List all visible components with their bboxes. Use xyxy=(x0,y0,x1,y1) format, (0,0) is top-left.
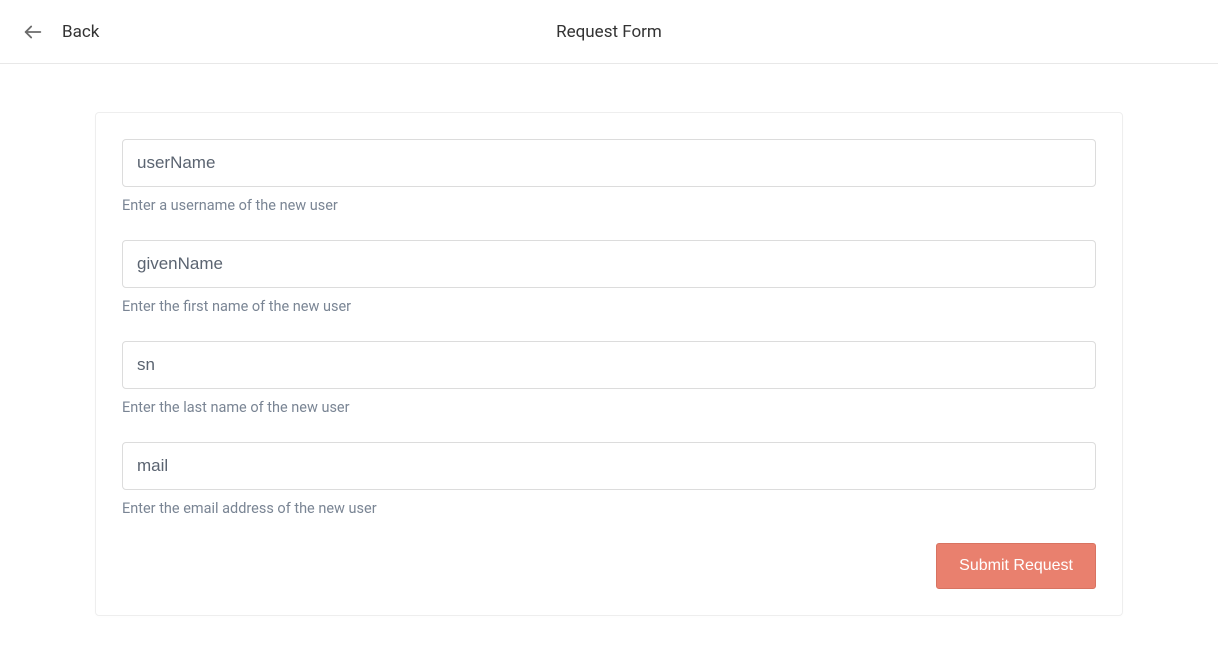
mail-hint: Enter the email address of the new user xyxy=(122,500,1096,517)
givenname-field[interactable] xyxy=(122,240,1096,288)
sn-field[interactable] xyxy=(122,341,1096,389)
top-bar: Back Request Form xyxy=(0,0,1218,64)
request-form-card: Enter a username of the new user Enter t… xyxy=(95,112,1123,616)
username-hint: Enter a username of the new user xyxy=(122,197,1096,214)
back-arrow-icon xyxy=(22,21,44,43)
back-label: Back xyxy=(62,22,99,42)
mail-field[interactable] xyxy=(122,442,1096,490)
username-field[interactable] xyxy=(122,139,1096,187)
submit-request-button[interactable]: Submit Request xyxy=(936,543,1096,589)
givenname-hint: Enter the first name of the new user xyxy=(122,298,1096,315)
sn-hint: Enter the last name of the new user xyxy=(122,399,1096,416)
page-title: Request Form xyxy=(556,22,662,42)
back-button[interactable]: Back xyxy=(22,0,99,63)
